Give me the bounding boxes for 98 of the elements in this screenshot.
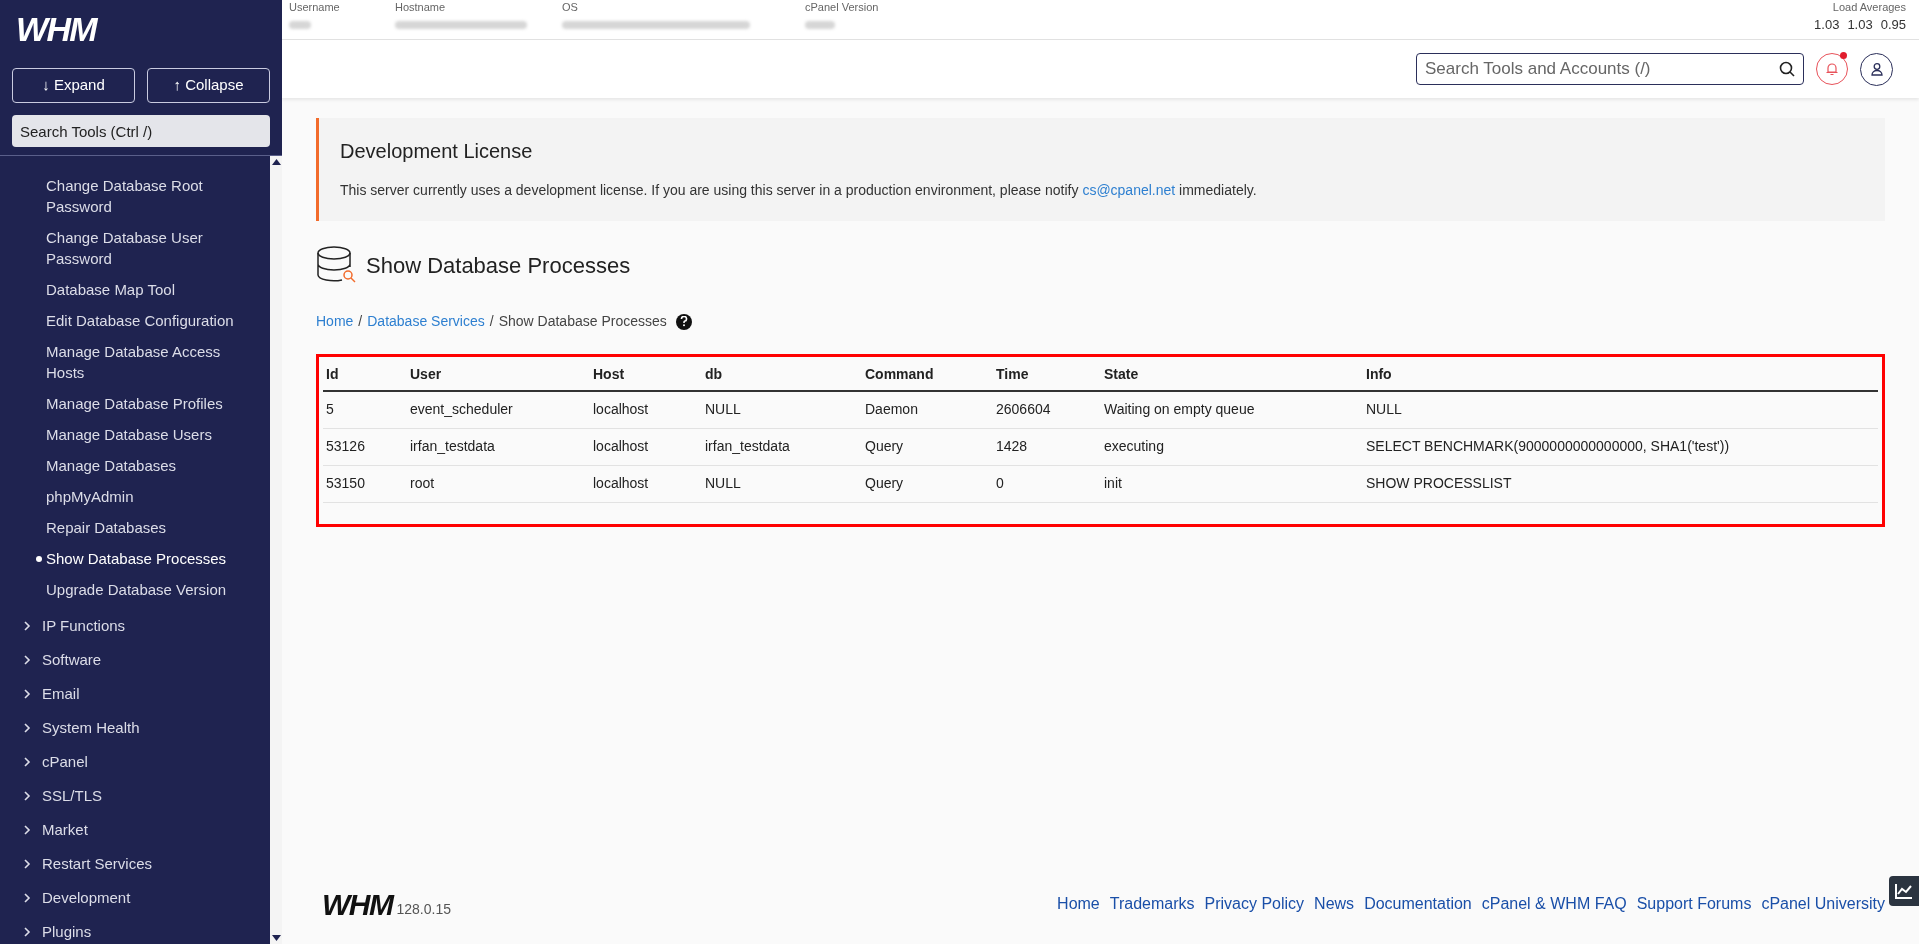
column-header: Id xyxy=(326,366,339,382)
bell-icon xyxy=(1825,62,1839,76)
info-label: Username xyxy=(289,0,340,15)
search-icon[interactable] xyxy=(1779,61,1795,77)
sidebar-item[interactable]: Show Database Processes xyxy=(46,548,236,569)
collapse-button[interactable]: ↑ Collapse xyxy=(147,68,270,103)
footer-link[interactable]: Support Forums xyxy=(1636,892,1752,916)
alert-text: This server currently uses a development license. If you are using this server in a production environment, please notify cs@cpanel.net immediately. xyxy=(340,181,1258,200)
footer-link[interactable]: cPanel & WHM FAQ xyxy=(1481,892,1627,916)
sidebar-section[interactable]: IP Functions xyxy=(42,614,126,638)
table-cell: SHOW PROCESSLIST xyxy=(1366,475,1512,491)
table-cell: 53126 xyxy=(326,438,365,454)
sidebar-item[interactable]: phpMyAdmin xyxy=(46,486,236,507)
breadcrumb-link[interactable]: Home xyxy=(316,311,354,332)
scroll-up-icon[interactable] xyxy=(271,158,281,166)
table-cell: 53150 xyxy=(326,475,365,491)
footer-link[interactable]: Documentation xyxy=(1364,892,1472,916)
column-header: db xyxy=(705,366,723,382)
column-header: Info xyxy=(1366,366,1392,382)
user-icon xyxy=(1869,62,1884,76)
chart-button[interactable] xyxy=(1889,876,1919,906)
breadcrumb-current: Show Database Processes xyxy=(498,312,667,331)
sidebar-section[interactable]: Restart Services xyxy=(42,852,153,876)
help-icon[interactable] xyxy=(675,313,692,330)
table-cell: 2606604 xyxy=(996,401,1051,418)
table-cell: localhost xyxy=(593,475,649,491)
table-cell: init xyxy=(1104,475,1122,491)
info-label: OS xyxy=(562,0,578,15)
info-label: Hostname xyxy=(395,0,446,15)
table-cell: Query xyxy=(865,475,904,491)
column-header: State xyxy=(1104,366,1139,382)
info-label: cPanel Version xyxy=(805,0,879,15)
sidebar-section[interactable]: Development xyxy=(42,886,131,910)
table-cell: Daemon xyxy=(865,401,918,418)
footer-link[interactable]: News xyxy=(1314,892,1355,916)
search-field[interactable]: Search Tools (Ctrl /) xyxy=(12,115,270,147)
table-cell: NULL xyxy=(705,475,741,491)
blurred-value xyxy=(289,21,311,29)
breadcrumb-link[interactable]: Database Services xyxy=(367,311,485,332)
sidebar-item[interactable]: Repair Databases xyxy=(46,517,236,538)
table-cell: 1428 xyxy=(996,438,1028,454)
sidebar-item[interactable]: Change Database User Password xyxy=(46,227,236,269)
email-link[interactable]: cs@cpanel.net xyxy=(1082,182,1176,198)
table-cell: executing xyxy=(1104,438,1164,454)
footer-link[interactable]: Home xyxy=(1057,892,1100,916)
sidebar-item[interactable]: Change Database Root Password xyxy=(46,175,236,217)
database-search-icon xyxy=(316,245,358,285)
table-cell: NULL xyxy=(1366,401,1402,418)
scroll-down-icon[interactable] xyxy=(271,934,281,942)
table-cell: event_scheduler xyxy=(410,401,513,418)
blurred-value xyxy=(805,21,835,29)
load-average-value: 1.03 xyxy=(1847,16,1873,34)
table-cell: 5 xyxy=(326,401,334,418)
sidebar-item[interactable]: Manage Databases xyxy=(46,455,236,476)
sidebar-item[interactable]: Manage Database Profiles xyxy=(46,393,236,414)
table-cell: 0 xyxy=(996,475,1004,491)
sidebar-item[interactable]: Manage Database Access Hosts xyxy=(46,341,236,383)
search-field[interactable]: Search Tools and Accounts (/) xyxy=(1416,53,1804,85)
sidebar-section[interactable]: Plugins xyxy=(42,920,92,944)
chart-icon xyxy=(1894,882,1914,900)
load-average-value: 1.03 xyxy=(1814,16,1840,34)
sidebar-item[interactable]: Upgrade Database Version xyxy=(46,579,236,600)
alert-title: Development License xyxy=(340,139,534,164)
table-cell: localhost xyxy=(593,438,649,454)
column-header: User xyxy=(410,366,442,382)
page-title: Show Database Processes xyxy=(366,251,631,280)
column-header: Time xyxy=(996,366,1029,382)
table-cell: SELECT BENCHMARK(9000000000000000, SHA1('test')) xyxy=(1366,438,1730,454)
footer-link[interactable]: cPanel University xyxy=(1761,892,1885,916)
sidebar-section[interactable]: Email xyxy=(42,682,80,706)
table-cell: NULL xyxy=(705,401,741,418)
version-text: 128.0.15 xyxy=(396,900,451,919)
table-cell: Query xyxy=(865,438,904,454)
load-average-value: 0.95 xyxy=(1880,16,1906,34)
breadcrumb-separator: / xyxy=(489,312,494,331)
whm-logo: WHM xyxy=(322,890,393,920)
breadcrumb-separator: / xyxy=(358,312,363,331)
table-cell: localhost xyxy=(593,401,649,418)
load-averages-label: Load Averages xyxy=(1832,0,1906,15)
column-header: Host xyxy=(593,366,625,382)
sidebar-item[interactable]: Manage Database Users xyxy=(46,424,236,445)
sidebar-section[interactable]: Market xyxy=(42,818,88,842)
sidebar-section[interactable]: cPanel xyxy=(42,750,88,774)
scrollbar[interactable] xyxy=(270,156,282,944)
sidebar-section[interactable]: System Health xyxy=(42,716,140,740)
expand-button[interactable]: ↓ Expand xyxy=(12,68,135,103)
table-cell: irfan_testdata xyxy=(705,438,790,454)
footer-link[interactable]: Privacy Policy xyxy=(1204,892,1305,916)
sidebar-section[interactable]: Software xyxy=(42,648,102,672)
sidebar-item[interactable]: Edit Database Configuration xyxy=(46,310,236,331)
sidebar-section[interactable]: SSL/TLS xyxy=(42,784,103,808)
whm-logo[interactable]: WHM xyxy=(16,12,270,44)
footer-link[interactable]: Trademarks xyxy=(1109,892,1195,916)
table-cell: Waiting on empty queue xyxy=(1104,401,1255,418)
sidebar-item[interactable]: Database Map Tool xyxy=(46,279,236,300)
table-cell: irfan_testdata xyxy=(410,438,495,454)
table-cell: root xyxy=(410,475,435,491)
column-header: Command xyxy=(865,366,934,382)
